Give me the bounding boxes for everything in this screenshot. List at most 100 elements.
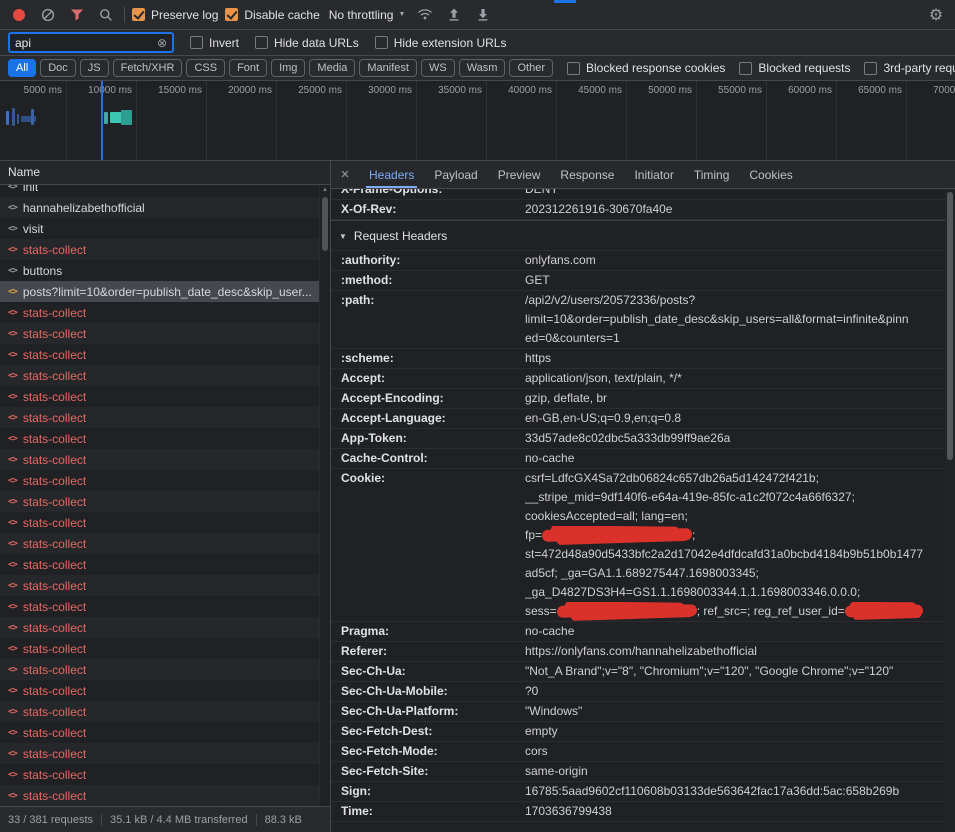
- request-row[interactable]: <>hannahelizabethofficial: [0, 197, 320, 218]
- import-har-button[interactable]: [443, 4, 465, 26]
- request-row[interactable]: <>stats-collect: [0, 323, 320, 344]
- request-row[interactable]: <>stats-collect: [0, 659, 320, 680]
- request-row[interactable]: <>stats-collect: [0, 407, 320, 428]
- tab-initiator[interactable]: Initiator: [624, 161, 683, 188]
- request-row[interactable]: <>stats-collect: [0, 365, 320, 386]
- filter-chip-all[interactable]: All: [8, 59, 36, 77]
- filter-chip-img[interactable]: Img: [271, 59, 305, 77]
- request-row[interactable]: <>init: [0, 185, 320, 197]
- request-row[interactable]: <>stats-collect: [0, 239, 320, 260]
- settings-button[interactable]: ⚙: [925, 4, 947, 26]
- throttling-select[interactable]: No throttling ▼: [327, 8, 408, 22]
- header-name: Sec-Fetch-Site:: [331, 762, 525, 781]
- header-text: 16785:5aad9602cf110608b03133de563642fac1…: [525, 784, 899, 798]
- network-conditions-button[interactable]: [414, 4, 436, 26]
- request-row[interactable]: <>stats-collect: [0, 638, 320, 659]
- close-details-button[interactable]: ×: [331, 161, 359, 188]
- filter-chip-manifest[interactable]: Manifest: [359, 59, 417, 77]
- request-row[interactable]: <>posts?limit=10&order=publish_date_desc…: [0, 281, 320, 302]
- request-row[interactable]: <>stats-collect: [0, 533, 320, 554]
- filter-chip-fetch-xhr[interactable]: Fetch/XHR: [113, 59, 183, 77]
- requests-scrollbar[interactable]: ▲: [319, 185, 330, 806]
- overview-activity-bar: [31, 109, 34, 125]
- request-row[interactable]: <>stats-collect: [0, 302, 320, 323]
- tab-timing[interactable]: Timing: [684, 161, 740, 188]
- tab-preview[interactable]: Preview: [488, 161, 551, 188]
- request-row[interactable]: <>stats-collect: [0, 491, 320, 512]
- 3rd-party-requests-checkbox[interactable]: 3rd-party requests: [864, 61, 955, 75]
- header-value: empty: [525, 722, 945, 741]
- request-row[interactable]: <>stats-collect: [0, 722, 320, 743]
- record-button[interactable]: [8, 4, 30, 26]
- request-row[interactable]: <>stats-collect: [0, 386, 320, 407]
- script-icon: <>: [8, 266, 17, 276]
- filter-chip-media[interactable]: Media: [309, 59, 355, 77]
- header-row: :authority:onlyfans.com: [331, 251, 945, 271]
- preserve-log-checkbox[interactable]: Preserve log: [132, 8, 218, 22]
- filter-chip-wasm[interactable]: Wasm: [459, 59, 506, 77]
- blocked-response-cookies-checkbox[interactable]: Blocked response cookies: [567, 61, 725, 75]
- clear-button[interactable]: [37, 4, 59, 26]
- request-row[interactable]: <>stats-collect: [0, 449, 320, 470]
- filter-chip-ws[interactable]: WS: [421, 59, 455, 77]
- header-value: csrf=LdfcGX4Sa72db06824c657db26a5d142472…: [525, 469, 945, 621]
- filter-chip-js[interactable]: JS: [80, 59, 109, 77]
- filter-button[interactable]: [66, 4, 88, 26]
- script-icon: <>: [8, 728, 17, 738]
- request-row[interactable]: <>stats-collect: [0, 512, 320, 533]
- header-value-line: GET: [525, 271, 945, 290]
- request-row[interactable]: <>stats-collect: [0, 470, 320, 491]
- request-row[interactable]: <>stats-collect: [0, 344, 320, 365]
- request-row[interactable]: <>buttons: [0, 260, 320, 281]
- export-har-button[interactable]: [472, 4, 494, 26]
- hide-data-urls-checkbox[interactable]: Hide data URLs: [255, 36, 359, 50]
- request-row[interactable]: <>stats-collect: [0, 554, 320, 575]
- request-row[interactable]: <>stats-collect: [0, 764, 320, 785]
- request-headers-section[interactable]: ▼ Request Headers: [331, 220, 945, 251]
- overview-activity-bar: [121, 110, 132, 125]
- filter-chip-font[interactable]: Font: [229, 59, 267, 77]
- header-name: Accept:: [331, 369, 525, 388]
- tab-cookies[interactable]: Cookies: [739, 161, 802, 188]
- transferred-size: 35.1 kB / 4.4 MB transferred: [101, 814, 256, 826]
- overview-selection-line[interactable]: [101, 81, 103, 160]
- request-row[interactable]: <>stats-collect: [0, 743, 320, 764]
- filter-chip-doc[interactable]: Doc: [40, 59, 76, 77]
- scrollbar-up-icon[interactable]: ▲: [320, 187, 330, 193]
- scrollbar-thumb[interactable]: [947, 192, 953, 460]
- tab-payload[interactable]: Payload: [424, 161, 487, 188]
- tab-headers[interactable]: Headers: [359, 161, 424, 188]
- network-overview[interactable]: 5000 ms10000 ms15000 ms20000 ms25000 ms3…: [0, 81, 955, 161]
- header-text: GET: [525, 273, 550, 287]
- hide-extension-urls-checkbox[interactable]: Hide extension URLs: [375, 36, 507, 50]
- invert-checkbox[interactable]: Invert: [190, 36, 239, 50]
- filter-input[interactable]: api ⊗: [8, 32, 174, 53]
- disable-cache-checkbox[interactable]: Disable cache: [225, 8, 319, 22]
- tab-response[interactable]: Response: [550, 161, 624, 188]
- details-scrollbar[interactable]: [945, 189, 955, 832]
- request-row[interactable]: <>stats-collect: [0, 680, 320, 701]
- filter-chip-other[interactable]: Other: [509, 59, 553, 77]
- scrollbar-thumb[interactable]: [322, 197, 328, 251]
- request-details-panel: × HeadersPayloadPreviewResponseInitiator…: [331, 161, 955, 832]
- header-row: Sec-Fetch-Site:same-origin: [331, 762, 945, 782]
- request-row[interactable]: <>stats-collect: [0, 785, 320, 806]
- header-value: no-cache: [525, 622, 945, 641]
- header-value: onlyfans.com: [525, 251, 945, 270]
- overview-time-label: 25000 ms: [276, 81, 346, 96]
- name-column-header[interactable]: Name: [0, 161, 330, 185]
- request-row[interactable]: <>stats-collect: [0, 575, 320, 596]
- search-button[interactable]: [95, 4, 117, 26]
- header-value: same-origin: [525, 762, 945, 781]
- request-row[interactable]: <>stats-collect: [0, 617, 320, 638]
- request-name: visit: [23, 222, 44, 236]
- filter-chip-css[interactable]: CSS: [186, 59, 225, 77]
- request-row[interactable]: <>visit: [0, 218, 320, 239]
- header-value: DENY: [525, 189, 945, 199]
- request-row[interactable]: <>stats-collect: [0, 428, 320, 449]
- request-row[interactable]: <>stats-collect: [0, 701, 320, 722]
- clear-filter-icon[interactable]: ⊗: [157, 36, 167, 50]
- request-row[interactable]: <>stats-collect: [0, 596, 320, 617]
- blocked-requests-checkbox[interactable]: Blocked requests: [739, 61, 850, 75]
- header-name: X-Frame-Options:: [331, 189, 525, 199]
